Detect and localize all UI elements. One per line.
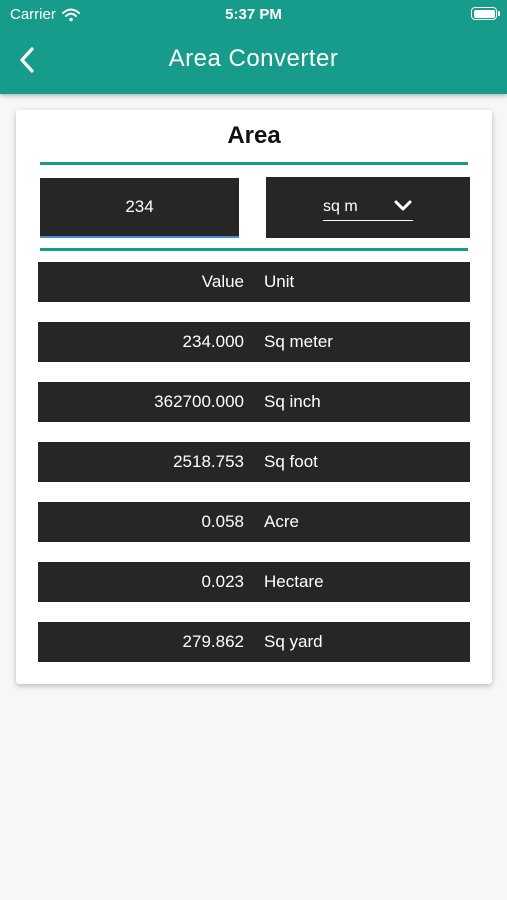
status-time: 5:37 PM (225, 6, 282, 23)
card-title: Area (227, 122, 281, 149)
table-row: 234.000 Sq meter (38, 322, 470, 362)
unit-dropdown[interactable]: sq m (266, 177, 470, 238)
header-unit: Unit (264, 272, 295, 291)
table-row: 0.058 Acre (38, 502, 470, 542)
row-unit: Sq foot (264, 452, 318, 471)
table-row: 2518.753 Sq foot (38, 442, 470, 482)
table-row: 0.023 Hectare (38, 562, 470, 602)
row-unit: Sq yard (264, 632, 323, 651)
value-input[interactable]: 234 (40, 178, 239, 238)
table-row: 279.862 Sq yard (38, 622, 470, 662)
row-value: 234.000 (182, 332, 244, 351)
app-bar: Carrier 5:37 PM Area Converter (0, 0, 507, 94)
unit-select[interactable]: sq m (323, 197, 413, 221)
row-unit: Hectare (264, 572, 324, 591)
row-unit: Sq meter (264, 332, 333, 351)
row-unit: Sq inch (264, 392, 321, 411)
row-value: 2518.753 (173, 452, 244, 471)
divider-bottom (40, 248, 468, 251)
converter-card: Area 234 sq m Value Unit 234.000 Sq mete… (16, 110, 492, 684)
table-row: 362700.000 Sq inch (38, 382, 470, 422)
row-value: 279.862 (182, 632, 244, 651)
chevron-down-icon (394, 200, 412, 211)
row-value: 0.058 (201, 512, 244, 531)
row-value: 362700.000 (154, 392, 244, 411)
battery-icon (471, 7, 500, 20)
selected-unit: sq m (323, 198, 358, 215)
status-bar: Carrier 5:37 PM (0, 0, 507, 28)
header-value: Value (201, 272, 244, 291)
page-title: Area Converter (168, 45, 339, 72)
row-value: 0.023 (201, 572, 244, 591)
divider-top (40, 162, 468, 165)
table-header: Value Unit (38, 262, 470, 302)
row-unit: Acre (264, 512, 299, 531)
